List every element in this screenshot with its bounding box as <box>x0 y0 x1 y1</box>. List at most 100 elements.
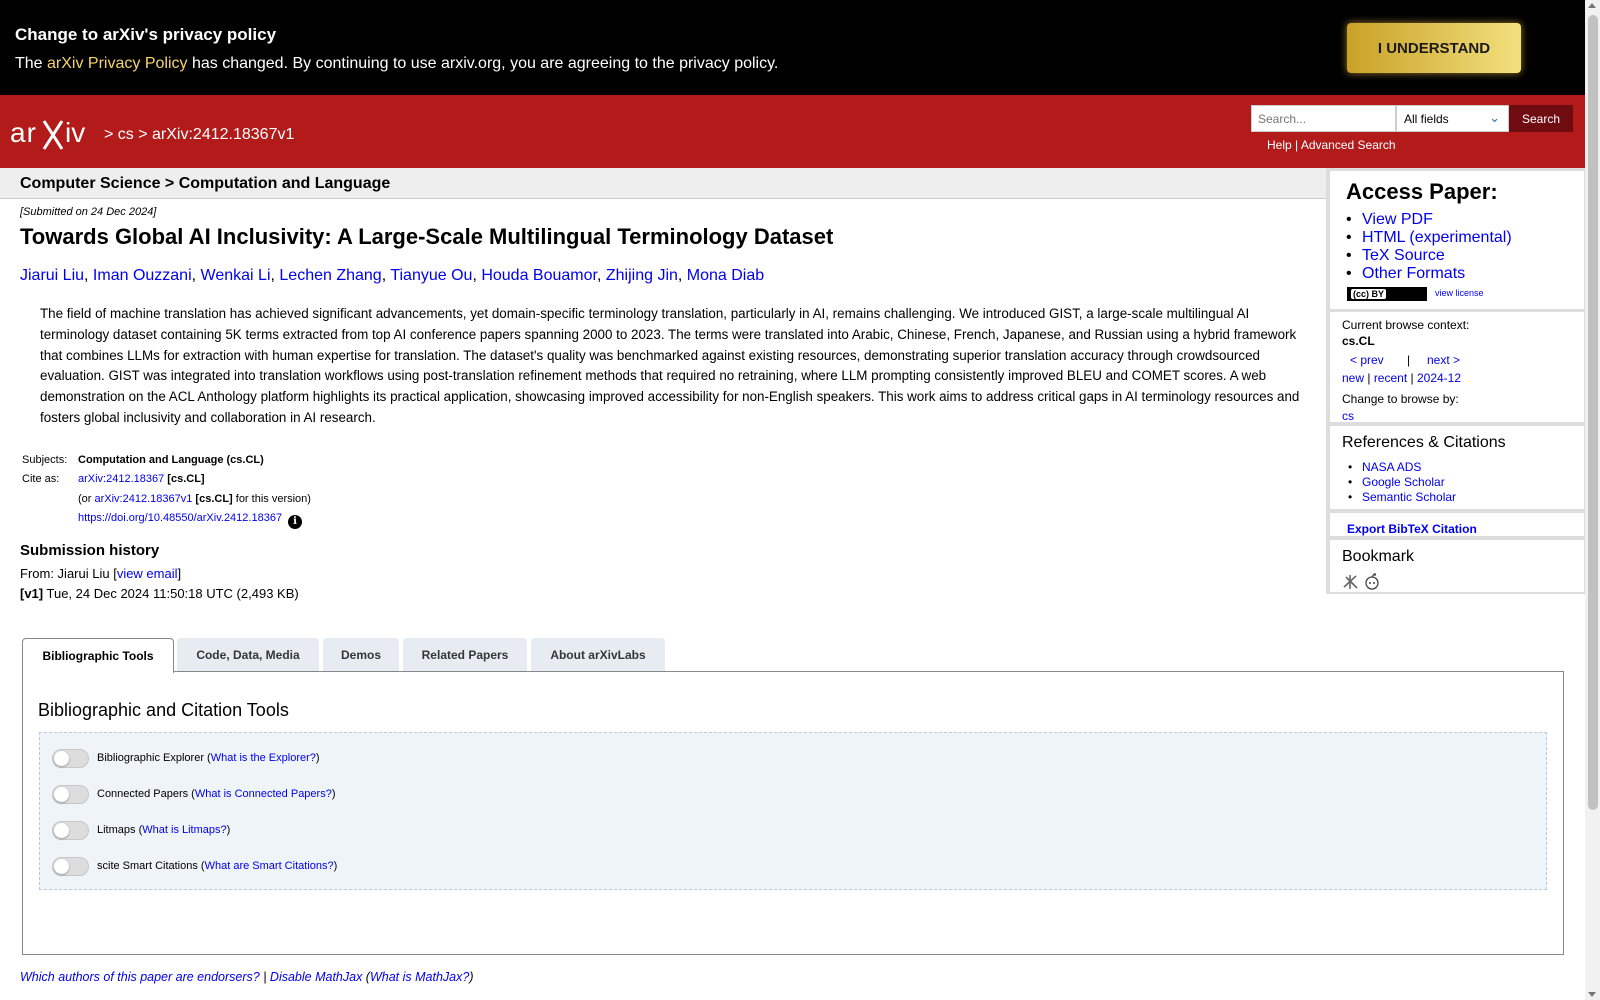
right-sidebar: Access Paper: View PDF HTML (experimenta… <box>1326 168 1585 594</box>
category-title: Computer Science > Computation and Langu… <box>20 175 391 192</box>
breadcrumb-cs[interactable]: cs <box>118 126 134 143</box>
tab-code-data-media[interactable]: Code, Data, Media <box>177 638 319 672</box>
tab-panel: Bibliographic and Citation Tools Bibliog… <box>22 671 1564 955</box>
doi-link[interactable]: https://doi.org/10.48550/arXiv.2412.1836… <box>78 512 282 524</box>
author-link[interactable]: Iman Ouzzani <box>93 267 192 284</box>
author-link[interactable]: Tianyue Ou <box>390 267 472 284</box>
scite-info-link[interactable]: What are Smart Citations? <box>205 860 334 872</box>
scrollbar-thumb[interactable] <box>1588 15 1598 810</box>
semantic-scholar-link[interactable]: Semantic Scholar <box>1362 490 1456 504</box>
privacy-policy-link[interactable]: arXiv Privacy Policy <box>47 55 187 72</box>
explorer-info-link[interactable]: What is the Explorer? <box>211 752 316 764</box>
access-paper-heading: Access Paper: <box>1346 179 1498 204</box>
view-license-link[interactable]: view license <box>1435 288 1484 298</box>
prev-link[interactable]: < prev <box>1350 353 1384 367</box>
browse-context-label: Current browse context: <box>1342 318 1470 332</box>
author-link[interactable]: Jiarui Liu <box>20 267 84 284</box>
cite-as: arXiv:2412.18367 [cs.CL] <box>78 473 205 485</box>
litmaps-info-link[interactable]: What is Litmaps? <box>142 824 226 836</box>
reddit-icon[interactable] <box>1365 573 1379 590</box>
svg-text:iv: iv <box>65 117 85 148</box>
cite-label: Cite as: <box>22 473 60 485</box>
arxiv-logo-icon: ar iv <box>10 117 85 150</box>
i-understand-button[interactable]: I UNDERSTAND <box>1347 23 1521 73</box>
browse-cs-link[interactable]: cs <box>1342 409 1354 423</box>
list-item: TeX Source <box>1346 247 1512 265</box>
bibtex-box: Export BibTeX Citation <box>1330 513 1584 536</box>
tools-box: Bibliographic Explorer (What is the Expl… <box>39 732 1547 890</box>
bibliographic-explorer-toggle[interactable] <box>52 748 89 768</box>
cc-license-badge[interactable]: (cc) BY <box>1347 287 1427 301</box>
privacy-title: Change to arXiv's privacy policy <box>15 25 277 44</box>
litmaps-toggle[interactable] <box>52 820 89 840</box>
list-item: Other Formats <box>1346 265 1512 283</box>
author-link[interactable]: Houda Bouamor <box>481 267 597 284</box>
author-link[interactable]: Lechen Zhang <box>279 267 381 284</box>
connected-papers-info-link[interactable]: What is Connected Papers? <box>195 788 332 800</box>
list-item: HTML (experimental) <box>1346 229 1512 247</box>
author-link[interactable]: Wenkai Li <box>201 267 271 284</box>
tool-row: Bibliographic Explorer (What is the Expl… <box>52 748 320 768</box>
advanced-search-link[interactable]: Advanced Search <box>1301 138 1396 152</box>
chevron-down-icon: ⌄ <box>1489 110 1500 125</box>
bibsonomy-icon[interactable] <box>1343 575 1358 589</box>
author-link[interactable]: Mona Diab <box>687 267 764 284</box>
other-formats-link[interactable]: Other Formats <box>1362 265 1465 282</box>
list-item: Semantic Scholar <box>1342 490 1456 505</box>
access-paper-box: Access Paper: View PDF HTML (experimenta… <box>1330 171 1584 309</box>
search-field-select[interactable]: All fields ⌄ <box>1396 105 1509 132</box>
submission-history-heading: Submission history <box>20 542 160 559</box>
scite-toggle[interactable] <box>52 856 89 876</box>
version-id-link[interactable]: arXiv:2412.18367v1 <box>95 493 193 505</box>
view-pdf-link[interactable]: View PDF <box>1362 211 1433 228</box>
bookmark-box: Bookmark <box>1330 540 1584 592</box>
tab-demos[interactable]: Demos <box>323 638 399 672</box>
list-item: NASA ADS <box>1342 460 1456 475</box>
list-item: Google Scholar <box>1342 475 1456 490</box>
access-links: View PDF HTML (experimental) TeX Source … <box>1346 211 1512 283</box>
cite-version: (or arXiv:2412.18367v1 [cs.CL] for this … <box>78 493 311 505</box>
cite-id-link[interactable]: arXiv:2412.18367 <box>78 473 164 485</box>
html-link[interactable]: HTML (experimental) <box>1362 229 1512 246</box>
what-is-mathjax-link[interactable]: What is MathJax? <box>370 970 469 984</box>
paper-title: Towards Global AI Inclusivity: A Large-S… <box>20 224 834 249</box>
info-icon[interactable]: i <box>288 515 303 529</box>
author-link[interactable]: Zhijing Jin <box>606 267 678 284</box>
arxiv-logo[interactable]: ar iv <box>10 115 100 156</box>
scrollbar[interactable] <box>1585 0 1600 1000</box>
scroll-up-icon[interactable] <box>1588 3 1596 8</box>
scroll-down-icon[interactable] <box>1588 992 1596 997</box>
tab-related-papers[interactable]: Related Papers <box>403 638 527 672</box>
list-item: View PDF <box>1346 211 1512 229</box>
nasa-ads-link[interactable]: NASA ADS <box>1362 460 1421 474</box>
tab-bibliographic-tools[interactable]: Bibliographic Tools <box>22 638 174 673</box>
disable-mathjax-link[interactable]: Disable MathJax <box>270 970 362 984</box>
google-scholar-link[interactable]: Google Scholar <box>1362 475 1445 489</box>
search-button[interactable]: Search <box>1509 105 1573 132</box>
next-link[interactable]: next > <box>1427 353 1460 367</box>
recent-link[interactable]: recent <box>1374 371 1407 385</box>
month-link[interactable]: 2024-12 <box>1417 371 1461 385</box>
view-email-link[interactable]: view email <box>117 566 178 581</box>
connected-papers-toggle[interactable] <box>52 784 89 804</box>
change-browse-label: Change to browse by: <box>1342 392 1459 406</box>
endorsers-link[interactable]: Which authors of this paper are endorser… <box>20 970 260 984</box>
tools-heading: Bibliographic and Citation Tools <box>38 700 289 720</box>
privacy-text: The arXiv Privacy Policy has changed. By… <box>15 55 779 72</box>
help-link[interactable]: Help <box>1267 138 1292 152</box>
search-help-links: Help | Advanced Search <box>1267 138 1396 152</box>
references-box: References & Citations NASA ADS Google S… <box>1330 426 1584 509</box>
export-bibtex-link[interactable]: Export BibTeX Citation <box>1347 522 1477 536</box>
new-link[interactable]: new <box>1342 371 1364 385</box>
submitted-date: [Submitted on 24 Dec 2024] <box>20 206 157 218</box>
subjects-value: Computation and Language (cs.CL) <box>78 454 264 466</box>
tab-about-arxivlabs[interactable]: About arXivLabs <box>531 638 665 672</box>
browse-context-value: cs.CL <box>1342 334 1375 348</box>
abstract: The field of machine translation has ach… <box>40 306 1300 425</box>
tex-source-link[interactable]: TeX Source <box>1362 247 1445 264</box>
footer-links: Which authors of this paper are endorser… <box>20 970 474 984</box>
search-input[interactable] <box>1251 105 1396 132</box>
references-heading: References & Citations <box>1342 434 1506 451</box>
author-list: Jiarui Liu, Iman Ouzzani, Wenkai Li, Lec… <box>20 267 765 284</box>
privacy-banner: Change to arXiv's privacy policy The arX… <box>0 0 1585 95</box>
